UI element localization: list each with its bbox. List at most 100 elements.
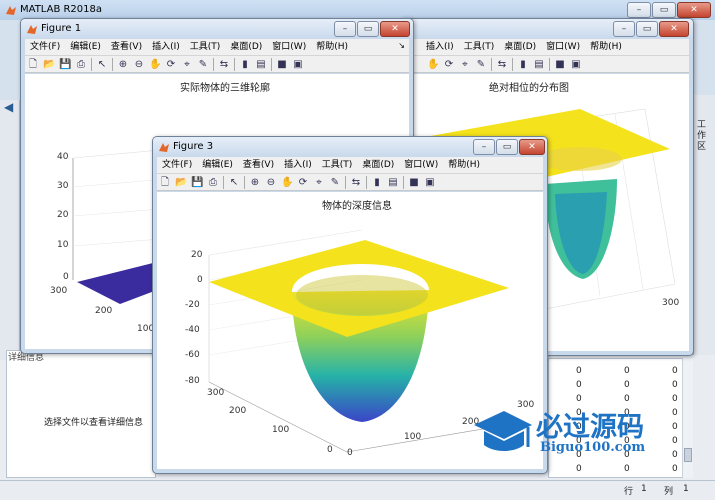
figure1-show-tools-icon[interactable]: ▣ <box>292 59 304 71</box>
figure3-menu-tools[interactable]: 工具(T) <box>317 157 358 173</box>
figure1-menu-insert[interactable]: 插入(I) <box>147 39 185 55</box>
figure1-pointer-icon[interactable]: ↖ <box>96 59 108 71</box>
figure1-legend-icon[interactable]: ▤ <box>255 59 267 71</box>
workspace-tab[interactable]: 工作区 <box>697 120 709 153</box>
figure2-title-bar[interactable]: – ▭ ✕ <box>401 19 693 39</box>
figure3-menu-window[interactable]: 窗口(W) <box>399 157 443 173</box>
matlab-logo-icon <box>5 4 17 16</box>
figure3-hide-tools-icon[interactable]: ■ <box>408 177 420 189</box>
graduation-cap-icon <box>474 411 532 451</box>
figure2-menu-insert[interactable]: 插入(I) <box>421 39 459 55</box>
figure3-print-icon[interactable]: ⎙ <box>207 177 219 189</box>
matlab-minimize-button[interactable]: – <box>627 2 651 18</box>
figure3-maximize-button[interactable]: ▭ <box>496 139 518 155</box>
figure2-rotate-icon[interactable]: ⟳ <box>443 59 455 71</box>
figure1-rotate-icon[interactable]: ⟳ <box>165 59 177 71</box>
figure3-legend-icon[interactable]: ▤ <box>387 177 399 189</box>
workspace-cell[interactable]: 0 <box>576 394 582 404</box>
figure1-save-icon[interactable]: 💾 <box>59 59 71 71</box>
figure1-menu-desktop[interactable]: 桌面(D) <box>225 39 267 55</box>
workspace-cell[interactable]: 0 <box>672 394 678 404</box>
figure1-maximize-button[interactable]: ▭ <box>357 21 379 37</box>
figure3-minimize-button[interactable]: – <box>473 139 495 155</box>
figure3-pan-icon[interactable]: ✋ <box>281 177 293 189</box>
figure3-title-bar[interactable]: Figure 3 – ▭ ✕ <box>153 137 547 157</box>
figure1-new-icon[interactable]: 🗋 <box>27 59 39 71</box>
matlab-maximize-button[interactable]: ▭ <box>652 2 676 18</box>
figure2-minimize-button[interactable]: – <box>613 21 635 37</box>
workspace-cell[interactable]: 0 <box>672 380 678 390</box>
figure3-datacursor-icon[interactable]: ⌖ <box>313 177 325 189</box>
figure1-link-icon[interactable]: ⇆ <box>218 59 230 71</box>
figure1-menu-help[interactable]: 帮助(H) <box>311 39 353 55</box>
workspace-scrollbar[interactable] <box>682 358 693 478</box>
figure3-colorbar-icon[interactable]: ▮ <box>371 177 383 189</box>
figure2-menu-window[interactable]: 窗口(W) <box>541 39 585 55</box>
figure3-menu-help[interactable]: 帮助(H) <box>443 157 485 173</box>
figure1-print-icon[interactable]: ⎙ <box>75 59 87 71</box>
details-hint-text: 选择文件以查看详细信息 <box>44 418 144 428</box>
figure1-menu-file[interactable]: 文件(F) <box>25 39 65 55</box>
figure3-show-tools-icon[interactable]: ▣ <box>424 177 436 189</box>
figure1-hide-tools-icon[interactable]: ■ <box>276 59 288 71</box>
figure1-minimize-button[interactable]: – <box>334 21 356 37</box>
status-col-value: 1 <box>683 484 689 494</box>
figure3-menu-desktop[interactable]: 桌面(D) <box>357 157 399 173</box>
figure3-menu-file[interactable]: 文件(F) <box>157 157 197 173</box>
workspace-cell[interactable]: 0 <box>576 464 582 474</box>
figure2-menu-tools[interactable]: 工具(T) <box>459 39 500 55</box>
figure3-pointer-icon[interactable]: ↖ <box>228 177 240 189</box>
figure1-datacursor-icon[interactable]: ⌖ <box>181 59 193 71</box>
figure1-menu-view[interactable]: 查看(V) <box>106 39 147 55</box>
figure1-menu-window[interactable]: 窗口(W) <box>267 39 311 55</box>
matlab-close-button[interactable]: ✕ <box>677 2 711 18</box>
back-arrow-icon[interactable]: ◀ <box>4 100 13 114</box>
figure1-menu-dock-icon[interactable]: ↘ <box>398 41 405 50</box>
figure3-link-icon[interactable]: ⇆ <box>350 177 362 189</box>
figure2-link-icon[interactable]: ⇆ <box>496 59 508 71</box>
figure3-x-tick-100: 100 <box>404 432 422 442</box>
figure2-close-button[interactable]: ✕ <box>659 21 689 37</box>
figure1-open-icon[interactable]: 📂 <box>43 59 55 71</box>
figure1-brush-icon[interactable]: ✎ <box>197 59 209 71</box>
workspace-cell[interactable]: 0 <box>624 380 630 390</box>
figure2-hide-tools-icon[interactable]: ■ <box>554 59 566 71</box>
figure2-datacursor-icon[interactable]: ⌖ <box>459 59 471 71</box>
workspace-cell[interactable]: 0 <box>624 366 630 376</box>
figure1-close-button[interactable]: ✕ <box>380 21 410 37</box>
figure3-menu-view[interactable]: 查看(V) <box>238 157 279 173</box>
figure3-brush-icon[interactable]: ✎ <box>329 177 341 189</box>
figure1-colorbar-icon[interactable]: ▮ <box>239 59 251 71</box>
figure3-rotate-icon[interactable]: ⟳ <box>297 177 309 189</box>
figure2-maximize-button[interactable]: ▭ <box>636 21 658 37</box>
figure3-menu-edit[interactable]: 编辑(E) <box>197 157 238 173</box>
figure3-new-icon[interactable]: 🗋 <box>159 177 171 189</box>
figure2-menu-desktop[interactable]: 桌面(D) <box>499 39 541 55</box>
figure1-zoom-in-icon[interactable]: ⊕ <box>117 59 129 71</box>
workspace-cell[interactable]: 0 <box>576 380 582 390</box>
figure3-open-icon[interactable]: 📂 <box>175 177 187 189</box>
workspace-cell[interactable]: 0 <box>576 366 582 376</box>
figure2-menu-help[interactable]: 帮助(H) <box>585 39 627 55</box>
figure2-pan-icon[interactable]: ✋ <box>427 59 439 71</box>
figure1-menu-edit[interactable]: 编辑(E) <box>65 39 106 55</box>
figure1-zoom-out-icon[interactable]: ⊖ <box>133 59 145 71</box>
figure1-y-tick-200: 200 <box>95 306 113 316</box>
figure2-colorbar-icon[interactable]: ▮ <box>517 59 529 71</box>
figure3-save-icon[interactable]: 💾 <box>191 177 203 189</box>
figure1-menu-tools[interactable]: 工具(T) <box>185 39 226 55</box>
figure2-brush-icon[interactable]: ✎ <box>475 59 487 71</box>
figure3-zoom-out-icon[interactable]: ⊖ <box>265 177 277 189</box>
figure3-zoom-in-icon[interactable]: ⊕ <box>249 177 261 189</box>
figure1-title-bar[interactable]: Figure 1 – ▭ ✕ <box>21 19 413 39</box>
workspace-cell[interactable]: 0 <box>672 464 678 474</box>
workspace-cell[interactable]: 0 <box>624 394 630 404</box>
workspace-cell[interactable]: 0 <box>672 366 678 376</box>
figure2-legend-icon[interactable]: ▤ <box>533 59 545 71</box>
figure3-title: Figure 3 <box>173 141 214 152</box>
figure3-close-button[interactable]: ✕ <box>519 139 545 155</box>
figure2-show-tools-icon[interactable]: ▣ <box>570 59 582 71</box>
figure3-menu-insert[interactable]: 插入(I) <box>279 157 317 173</box>
workspace-cell[interactable]: 0 <box>624 464 630 474</box>
figure1-pan-icon[interactable]: ✋ <box>149 59 161 71</box>
